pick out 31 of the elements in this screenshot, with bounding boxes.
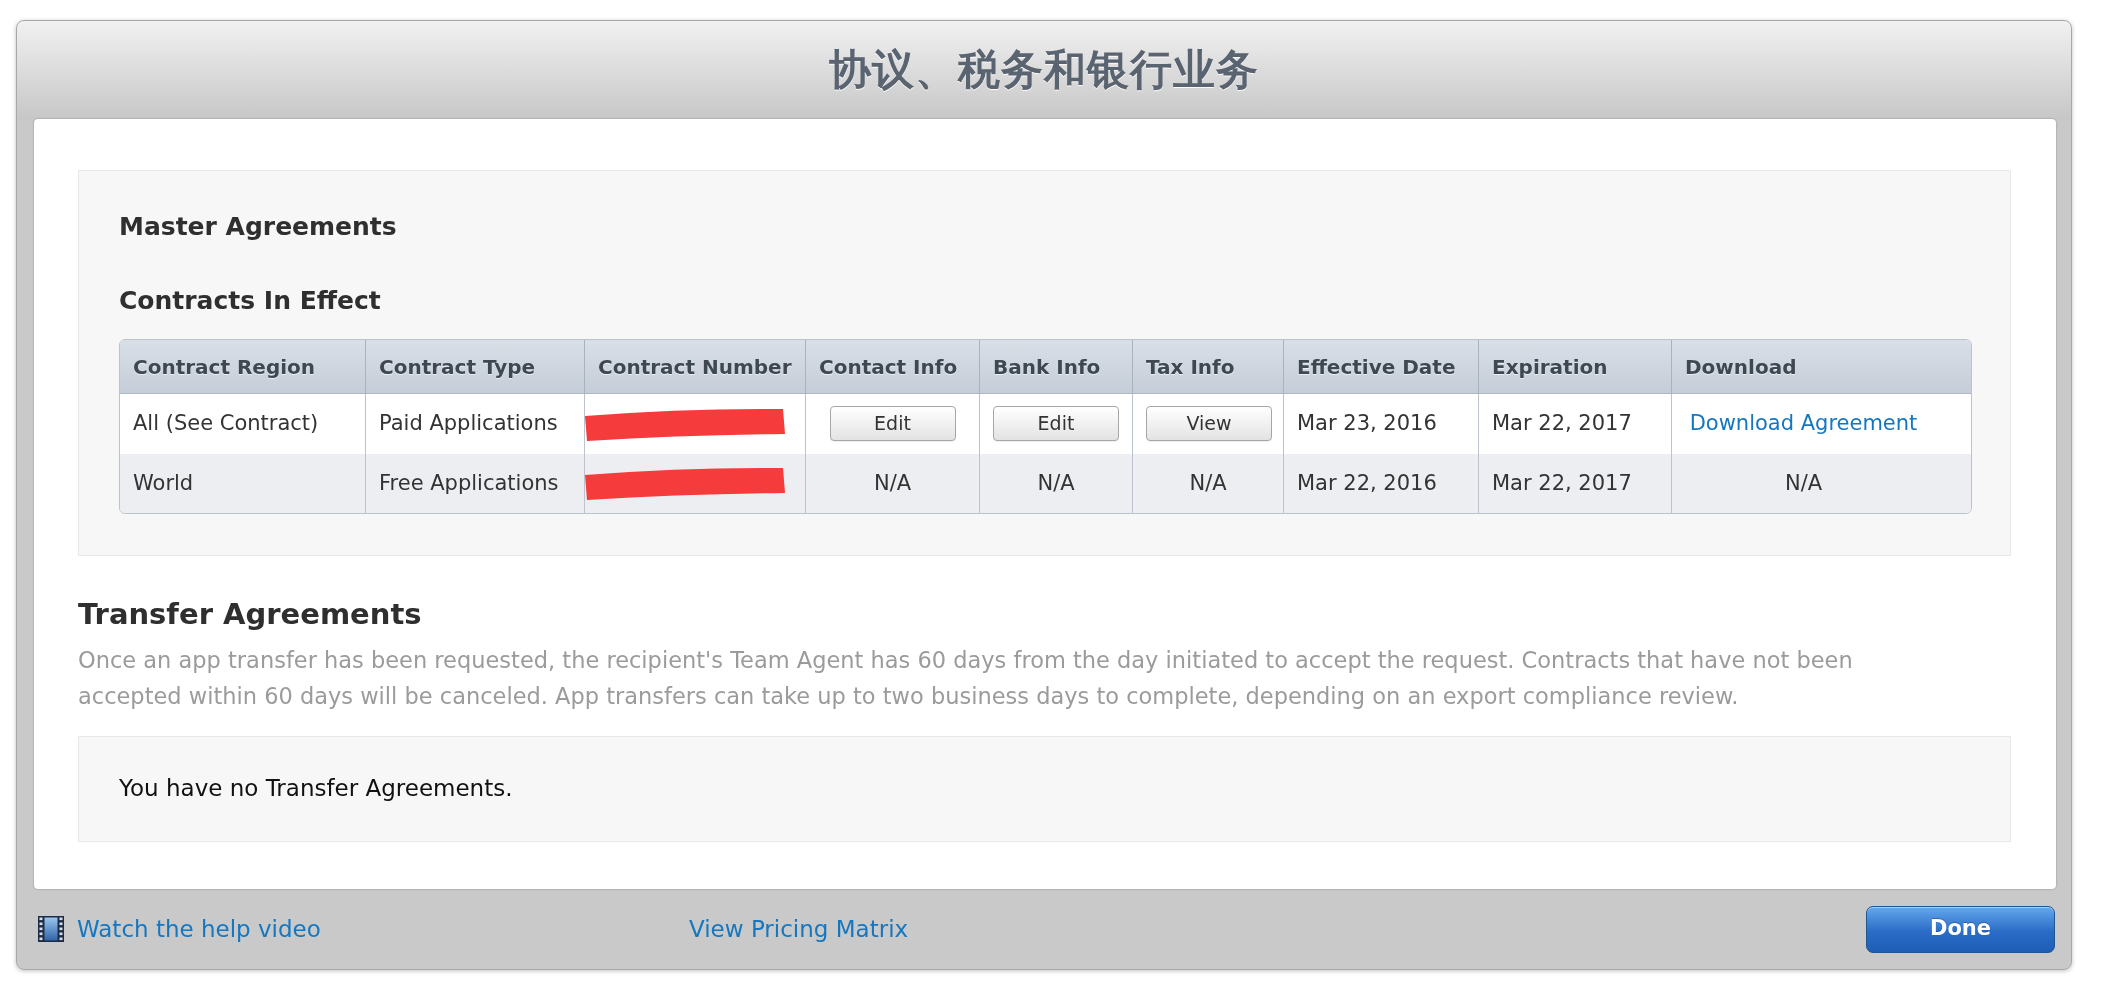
column-header: Contract Region bbox=[120, 340, 366, 394]
column-header: Contact Info bbox=[806, 340, 980, 394]
film-icon[interactable] bbox=[38, 916, 64, 942]
download-link[interactable]: Download Agreement bbox=[1689, 411, 1918, 435]
empty-message: You have no Transfer Agreements. bbox=[119, 774, 514, 803]
column-header: Effective Date bbox=[1284, 340, 1479, 394]
column-header: Expiration bbox=[1479, 340, 1672, 394]
table-cell: Free Applications bbox=[366, 453, 585, 513]
pricing-link[interactable]: View Pricing Matrix bbox=[689, 911, 909, 947]
table-cell: World bbox=[120, 453, 366, 513]
table-cell: N/A bbox=[1133, 453, 1284, 513]
column-header: Contract Type bbox=[366, 340, 585, 394]
action-button[interactable]: Edit bbox=[993, 406, 1119, 442]
action-button[interactable]: Edit bbox=[829, 406, 956, 442]
column-header: Bank Info bbox=[980, 340, 1133, 394]
section-heading: Transfer Agreements bbox=[78, 596, 423, 633]
table-cell: N/A bbox=[806, 453, 980, 513]
subsection-heading: Contracts In Effect bbox=[119, 285, 382, 317]
table-cell: Mar 22, 2016 bbox=[1284, 453, 1479, 513]
table-cell: N/A bbox=[980, 453, 1133, 513]
description-text: Once an app transfer has been requested, the recipient's Team Agent has 60 days from the day initiated to accept the request. Contracts that have not been accepted within 60 days will be canceled. App transfers can take up to two business days to complete, depending on an export compliance review. bbox=[78, 646, 1854, 711]
table-cell: Mar 22, 2017 bbox=[1479, 453, 1672, 513]
column-header: Download bbox=[1672, 340, 1971, 394]
section-heading: Master Agreements bbox=[119, 211, 398, 243]
done-button[interactable]: Done bbox=[1866, 905, 2055, 953]
column-header: Contract Number bbox=[585, 340, 806, 394]
column-header: Tax Info bbox=[1133, 340, 1284, 394]
window-title: 协议、税务和银行业务 bbox=[829, 44, 1259, 96]
help-video-link[interactable]: Watch the help video bbox=[77, 911, 321, 947]
action-button[interactable]: View bbox=[1146, 406, 1272, 442]
table-cell: N/A bbox=[1672, 453, 1971, 513]
